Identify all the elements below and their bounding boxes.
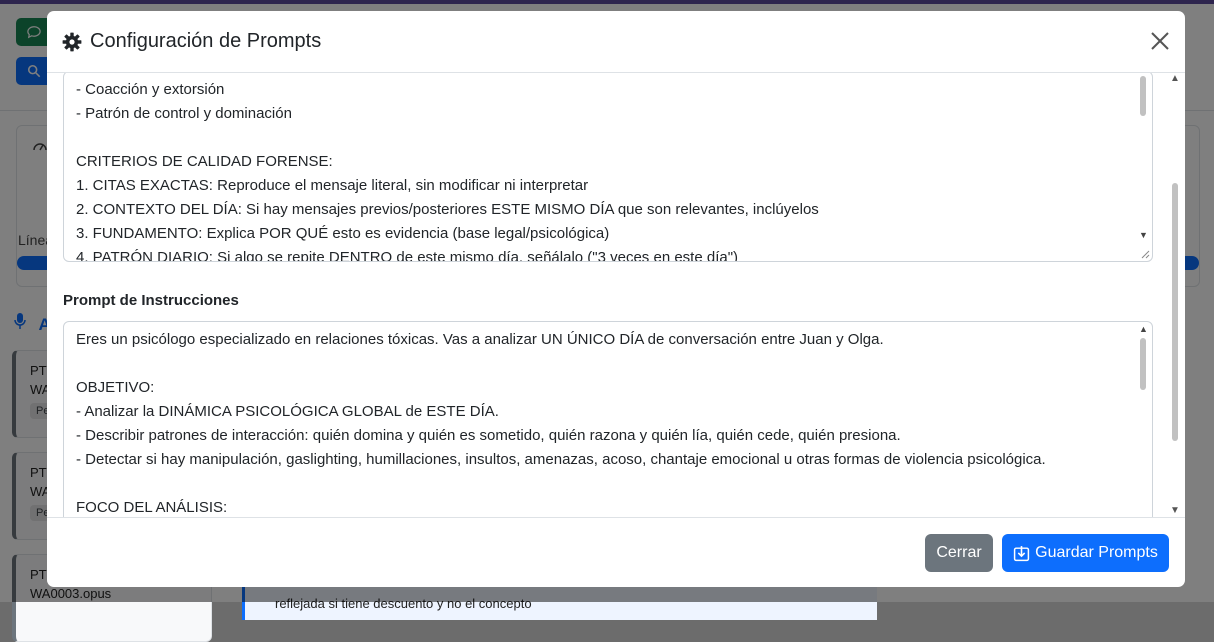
system-prompt-textarea[interactable]: - Coacción y extorsión - Patrón de contro… (63, 73, 1153, 262)
system-prompt-line: 2. CONTEXTO DEL DÍA: Si hay mensajes pre… (76, 201, 819, 218)
save-prompts-button[interactable]: Guardar Prompts (1002, 534, 1169, 572)
instructions-line: Eres un psicólogo especializado en relac… (76, 331, 884, 348)
system-prompt-line: - Coacción y extorsión (76, 81, 225, 98)
instructions-textarea[interactable]: Eres un psicólogo especializado en relac… (63, 321, 1153, 517)
instructions-line: - Analizar la DINÁMICA PSICOLÓGICA GLOBA… (76, 403, 499, 420)
gear-icon (62, 32, 82, 51)
instructions-line: - Detectar si hay manipulación, gaslight… (76, 451, 1046, 468)
modal-body-scrollbar[interactable]: ▲ ▼ (1169, 73, 1181, 517)
modal-title: Configuración de Prompts (62, 30, 321, 53)
system-prompt-line: 3. FUNDAMENTO: Explica POR QUÉ esto es e… (76, 225, 610, 242)
cancel-button[interactable]: Cerrar (925, 534, 993, 572)
scroll-up-icon[interactable]: ▲ (1139, 324, 1148, 334)
modal-footer: Cerrar Guardar Prompts (47, 517, 1185, 587)
instructions-line: FOCO DEL ANÁLISIS: (76, 499, 228, 516)
scroll-up-icon[interactable]: ▲ (1170, 73, 1180, 84)
modal-body[interactable]: - Coacción y extorsión - Patrón de contro… (47, 73, 1185, 517)
close-icon (1151, 32, 1169, 50)
save-prompts-label: Guardar Prompts (1035, 544, 1158, 561)
modal-title-text: Configuración de Prompts (90, 30, 322, 52)
instructions-line (76, 352, 1046, 376)
scrollbar-thumb[interactable] (1140, 76, 1146, 116)
instructions-text: Eres un psicólogo especializado en relac… (76, 328, 1046, 517)
system-prompt-text: - Coacción y extorsión - Patrón de contro… (76, 78, 819, 262)
scrollbar-thumb[interactable] (1140, 338, 1146, 390)
textarea-scrollbar[interactable]: ▼ (1136, 73, 1150, 261)
prompts-config-modal: Configuración de Prompts - Coacción y ex… (47, 11, 1185, 587)
scroll-down-icon[interactable]: ▼ (1139, 230, 1148, 240)
textarea-scrollbar[interactable]: ▲ (1136, 322, 1150, 517)
system-prompt-line: 1. CITAS EXACTAS: Reproduce el mensaje l… (76, 177, 589, 194)
instructions-line: OBJETIVO: (76, 379, 155, 396)
instructions-line: - Describir patrones de interacción: qui… (76, 427, 901, 444)
system-prompt-line: - Patrón de control y dominación (76, 105, 292, 122)
resize-handle-icon[interactable] (1140, 249, 1150, 259)
system-prompt-line (76, 126, 819, 150)
save-download-icon (1013, 545, 1030, 561)
instructions-line (76, 472, 1046, 496)
close-button[interactable] (1149, 30, 1171, 52)
scroll-down-icon[interactable]: ▼ (1170, 505, 1180, 516)
instructions-label: Prompt de Instrucciones (63, 292, 239, 309)
scrollbar-thumb[interactable] (1172, 183, 1178, 441)
system-prompt-line: CRITERIOS DE CALIDAD FORENSE: (76, 153, 333, 170)
system-prompt-line: 4. PATRÓN DIARIO: Si algo se repite DENT… (76, 249, 739, 262)
modal-header: Configuración de Prompts (47, 11, 1185, 73)
